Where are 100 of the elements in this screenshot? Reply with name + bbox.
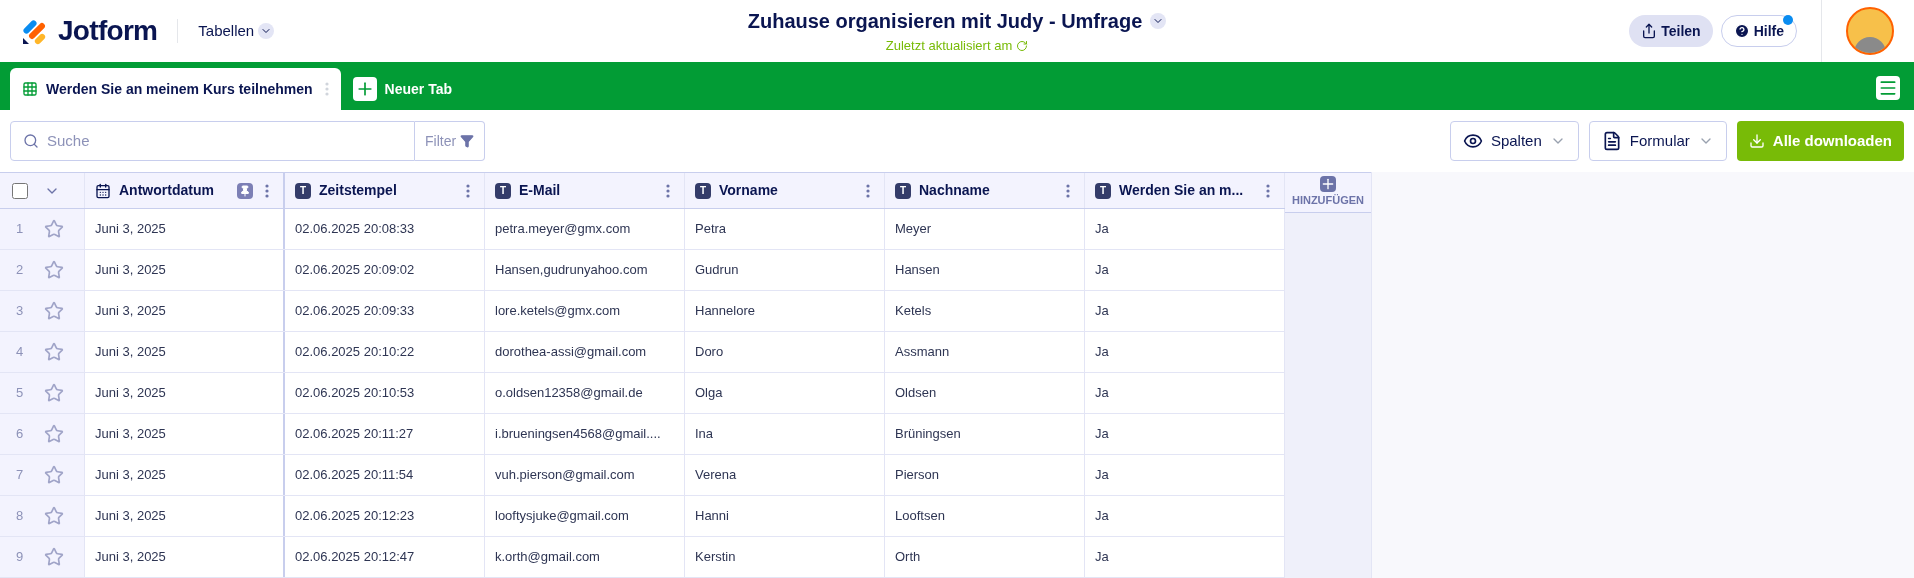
table-cell-text: Ina <box>695 425 714 444</box>
table-cell-text: k.orth@gmail.com <box>495 548 600 567</box>
more-icon[interactable] <box>466 183 470 198</box>
star-icon[interactable] <box>44 424 64 444</box>
table-cell-text: Doro <box>695 343 724 362</box>
table-cell-text: looftysjuke@gmail.com <box>495 507 629 526</box>
star-icon[interactable] <box>44 465 64 485</box>
tables-menu[interactable]: Tabellen <box>198 19 275 43</box>
column-title: Antwortdatum <box>119 181 215 200</box>
column-header[interactable]: T Zeitstempel <box>285 173 485 208</box>
select-all-checkbox[interactable] <box>12 182 28 199</box>
table-cell-text: Hansen,gudrunyahoo.com <box>495 261 648 280</box>
text-type-icon: T <box>895 182 911 199</box>
table-cell-text: Ja <box>1095 466 1109 485</box>
table-cell-text: 02.06.2025 20:11:27 <box>295 425 414 444</box>
table-cell-text: 02.06.2025 20:10:22 <box>295 343 415 362</box>
row-number: 4 <box>16 343 25 362</box>
last-updated-text: Zuletzt aktualisiert am <box>885 37 1013 56</box>
table-cell-text: Meyer <box>895 220 932 239</box>
avatar[interactable] <box>1846 7 1894 55</box>
table-cell-text: Juni 3, 2025 <box>95 507 166 526</box>
star-icon[interactable] <box>44 260 64 280</box>
sheet-tab[interactable]: Werden Sie an meinem Kurs teilnehmen <box>10 68 341 110</box>
text-type-icon: T <box>495 182 511 199</box>
more-icon[interactable] <box>866 183 870 198</box>
table-cell-text: Ja <box>1095 261 1109 280</box>
pin-icon[interactable] <box>237 182 253 199</box>
column-header[interactable]: T Nachname <box>885 173 1085 208</box>
table-cell-text: 02.06.2025 20:12:47 <box>295 548 415 567</box>
column-header[interactable]: Antwortdatum <box>85 173 285 208</box>
star-icon[interactable] <box>44 301 64 321</box>
table-cell-text: Ja <box>1095 220 1109 239</box>
filter-icon <box>460 134 475 148</box>
column-title: E-Mail <box>519 181 562 200</box>
table-cell-text: Juni 3, 2025 <box>95 220 166 239</box>
menu-button[interactable] <box>1876 76 1900 100</box>
table-cell-text: Kerstin <box>695 548 736 567</box>
table-cell-text: 02.06.2025 20:10:53 <box>295 384 415 403</box>
star-icon[interactable] <box>44 506 64 526</box>
more-icon[interactable] <box>666 183 670 198</box>
search-input[interactable]: Suche <box>47 129 402 153</box>
table-cell-text: Orth <box>895 548 921 567</box>
column-title: Vorname <box>719 181 779 200</box>
row-number: 2 <box>16 261 25 280</box>
table-cell-text: lore.ketels@gmx.com <box>495 302 621 321</box>
table-cell-text: Juni 3, 2025 <box>95 466 166 485</box>
star-icon[interactable] <box>44 342 64 362</box>
more-icon[interactable] <box>1266 183 1270 198</box>
table-cell-text: Juni 3, 2025 <box>95 548 166 567</box>
row-number: 1 <box>16 220 25 239</box>
search-field[interactable]: Suche <box>10 121 415 161</box>
table-cell-text: 02.06.2025 20:09:02 <box>295 261 415 280</box>
table-cell-text: Olga <box>695 384 723 403</box>
table-cell-text: Gudrun <box>695 261 739 280</box>
menu-icon <box>1878 78 1898 98</box>
table-cell-text: Verena <box>695 466 737 485</box>
table-cell-text: Ja <box>1095 343 1109 362</box>
row-number: 3 <box>16 302 25 321</box>
table-cell-text: Hannelore <box>695 302 755 321</box>
text-type-icon: T <box>295 182 311 199</box>
star-icon[interactable] <box>44 219 64 239</box>
form-title: Zuhause organisieren mit Judy - Umfrage <box>747 9 1143 35</box>
row-number: 8 <box>16 507 25 526</box>
form-button[interactable]: Formular <box>1588 121 1727 161</box>
table-cell-text: i.brueningsen4568@gmail.... <box>495 425 661 444</box>
table-cell-text: Oldsen <box>895 384 937 403</box>
help-icon <box>1733 23 1750 39</box>
table-cell-text: 02.06.2025 20:08:33 <box>295 220 415 239</box>
share-button[interactable]: Teilen <box>1629 15 1713 47</box>
new-tab-button[interactable]: Neuer Tab <box>340 68 465 110</box>
columns-button[interactable]: Spalten <box>1449 121 1579 161</box>
table-cell-text: Hanni <box>695 507 729 526</box>
row-number: 9 <box>16 548 25 567</box>
table-cell-text: Juni 3, 2025 <box>95 343 166 362</box>
add-column-button[interactable]: HINZUFÜGEN <box>1285 172 1371 213</box>
row-number: 6 <box>16 425 25 444</box>
more-icon[interactable] <box>1066 183 1070 198</box>
table-cell-text: Juni 3, 2025 <box>95 384 166 403</box>
more-icon[interactable] <box>265 183 269 198</box>
refresh-icon <box>1016 40 1029 52</box>
row-number: 5 <box>16 384 25 403</box>
text-type-icon: T <box>1095 182 1111 199</box>
chevron-icon[interactable] <box>1150 13 1167 30</box>
table-cell-text: 02.06.2025 20:12:23 <box>295 507 415 526</box>
calendar-icon <box>95 182 111 199</box>
plus-icon <box>1320 176 1336 193</box>
brand-name: Jotform <box>58 14 158 48</box>
eye-icon <box>1462 131 1483 151</box>
star-icon[interactable] <box>44 383 64 403</box>
star-icon[interactable] <box>44 547 64 567</box>
table-cell-text: o.oldsen12358@gmail.de <box>495 384 643 403</box>
text-type-icon: T <box>695 182 711 199</box>
table-cell-text: Looftsen <box>895 507 945 526</box>
table-cell-text: 02.06.2025 20:11:54 <box>295 466 414 485</box>
column-header[interactable]: T Vorname <box>685 173 885 208</box>
table-cell-text: Ja <box>1095 302 1109 321</box>
table-cell-text: petra.meyer@gmx.com <box>495 220 631 239</box>
table-icon <box>22 81 38 97</box>
table-cell-text: Assmann <box>895 343 950 362</box>
column-header[interactable]: T E-Mail <box>485 173 685 208</box>
